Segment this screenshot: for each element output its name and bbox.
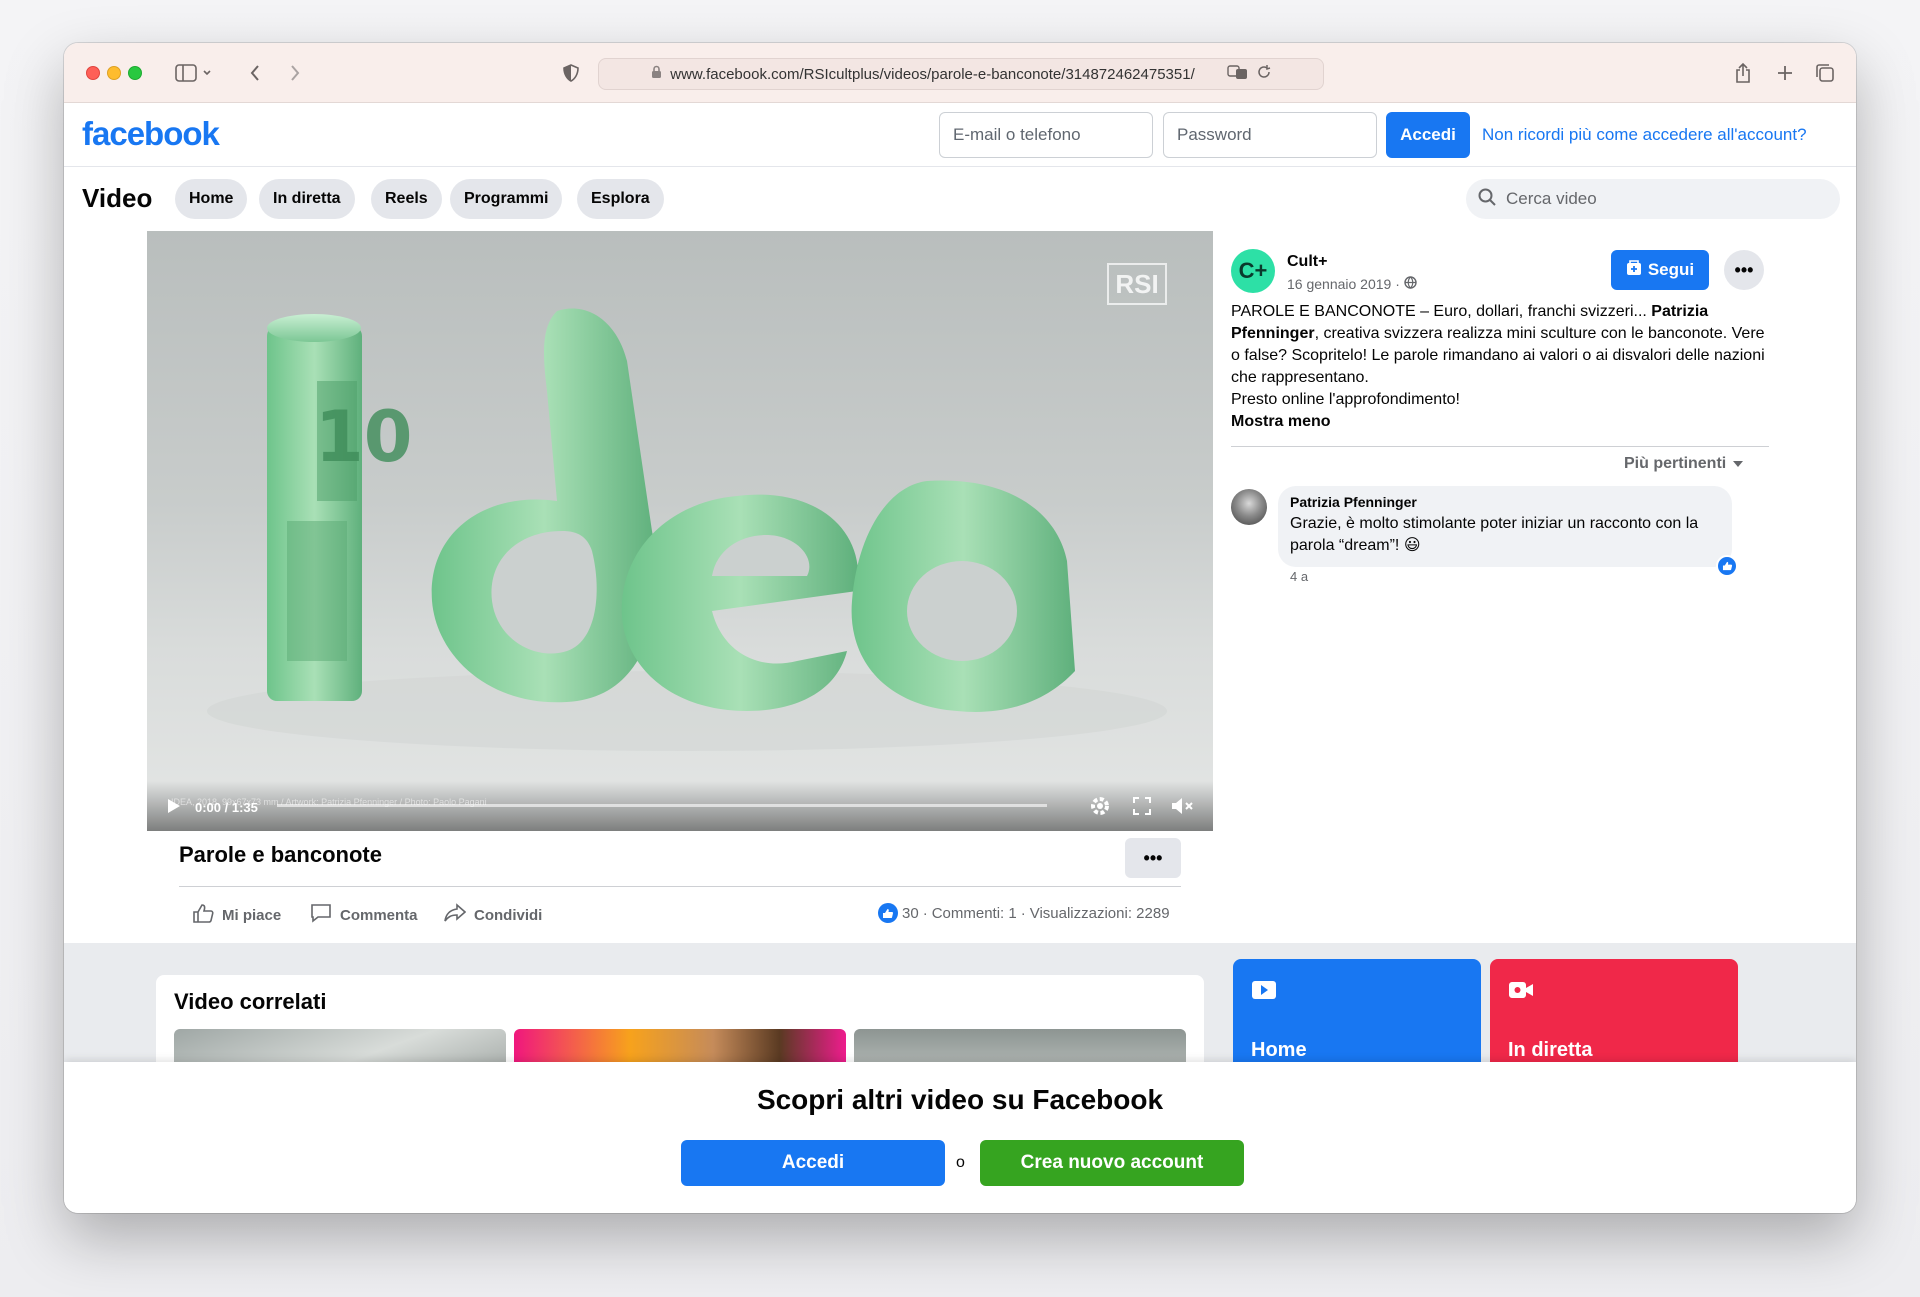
- video-player[interactable]: 10 RSI IDEA, 2018, 99x67x73 mm / Artwork…: [147, 231, 1213, 831]
- tab-in-diretta[interactable]: In diretta: [259, 179, 355, 219]
- page-avatar[interactable]: C+: [1231, 249, 1275, 293]
- lock-icon: [651, 65, 662, 83]
- create-account-button[interactable]: Crea nuovo account: [980, 1140, 1244, 1186]
- privacy-shield-icon[interactable]: [558, 57, 584, 89]
- video-stats: 30 · Commenti: 1 · Visualizzazioni: 2289: [878, 903, 1170, 923]
- facebook-header: facebook E-mail o telefono Password Acce…: [64, 103, 1856, 167]
- tab-overview-icon[interactable]: [1810, 57, 1840, 89]
- comment-like-reaction-icon[interactable]: [1716, 555, 1738, 577]
- post-date: 16 gennaio 2019 ·: [1287, 276, 1417, 292]
- show-less-link[interactable]: Mostra meno: [1231, 413, 1331, 430]
- svg-text:10: 10: [315, 396, 412, 478]
- video-time: 0:00 / 1:35: [195, 800, 258, 815]
- comment-icon: [310, 903, 332, 927]
- minimize-window-button[interactable]: [107, 66, 121, 80]
- page-name[interactable]: Cult+: [1287, 253, 1327, 271]
- overlay-or-text: o: [956, 1154, 965, 1171]
- video-play-icon: [1251, 979, 1277, 1001]
- reload-icon[interactable]: [1257, 65, 1271, 83]
- tile-home-label: Home: [1251, 1039, 1307, 1061]
- back-icon[interactable]: [242, 57, 268, 89]
- url-text: www.facebook.com/RSIcultplus/videos/paro…: [670, 65, 1195, 83]
- tile-in-diretta-label: In diretta: [1508, 1039, 1593, 1061]
- video-more-button[interactable]: •••: [1125, 838, 1181, 878]
- video-progress-bar[interactable]: [277, 804, 1047, 807]
- follow-label: Segui: [1647, 260, 1695, 279]
- settings-gear-icon[interactable]: [1087, 793, 1113, 819]
- tab-home[interactable]: Home: [175, 179, 248, 219]
- comment-text: Grazie, è molto stimolante poter iniziar…: [1290, 515, 1699, 554]
- video-controls: IDEA, 2018, 99x67x73 mm / Artwork: Patri…: [147, 781, 1213, 831]
- comment-sort-dropdown[interactable]: Più pertinenti: [1624, 455, 1744, 473]
- stats-separator: ·: [1020, 904, 1026, 922]
- close-window-button[interactable]: [86, 66, 100, 80]
- share-label: Condividi: [474, 906, 543, 924]
- share-arrow-icon: [444, 903, 467, 927]
- share-button[interactable]: Condividi: [444, 903, 542, 927]
- search-icon: [1478, 188, 1496, 211]
- tab-programmi[interactable]: Programmi: [450, 179, 563, 219]
- follow-button[interactable]: Segui: [1611, 250, 1709, 290]
- address-bar[interactable]: www.facebook.com/RSIcultplus/videos/paro…: [598, 58, 1324, 90]
- post-date-text[interactable]: 16 gennaio 2019 ·: [1287, 276, 1400, 292]
- like-reaction-icon: [878, 903, 898, 923]
- facebook-logo[interactable]: facebook: [82, 115, 220, 153]
- post-more-button[interactable]: •••: [1724, 250, 1764, 290]
- view-count: Visualizzazioni: 2289: [1029, 904, 1170, 922]
- globe-icon: [1404, 276, 1417, 292]
- caret-down-icon: [1732, 455, 1744, 473]
- video-frame-image: 10: [207, 308, 1167, 751]
- forgot-account-link[interactable]: Non ricordi più come accedere all'accoun…: [1482, 125, 1807, 145]
- commenter-avatar[interactable]: [1231, 489, 1267, 525]
- new-tab-icon[interactable]: [1770, 57, 1800, 89]
- follow-icon: [1626, 259, 1642, 281]
- forward-icon[interactable]: [282, 57, 308, 89]
- video-search-input[interactable]: Cerca video: [1466, 179, 1840, 219]
- fullscreen-icon[interactable]: [1129, 793, 1155, 819]
- comment-count[interactable]: Commenti: 1: [932, 905, 1017, 922]
- comment-label: Commenta: [340, 906, 418, 924]
- video-section-title: Video: [82, 183, 153, 213]
- related-videos-title: Video correlati: [174, 989, 327, 1014]
- thumbs-up-icon: [192, 903, 214, 927]
- overlay-login-button[interactable]: Accedi: [681, 1140, 945, 1186]
- video-title: Parole e banconote: [179, 842, 382, 867]
- tab-esplora[interactable]: Esplora: [577, 179, 664, 219]
- divider: [1231, 446, 1769, 447]
- like-button[interactable]: Mi piace: [192, 903, 281, 927]
- comment-time[interactable]: 4 a: [1290, 569, 1308, 584]
- video-search-placeholder: Cerca video: [1506, 189, 1597, 208]
- zoom-window-button[interactable]: [128, 66, 142, 80]
- mute-icon[interactable]: [1170, 793, 1196, 819]
- rsi-watermark: RSI: [1107, 263, 1167, 305]
- stats-separator: ·: [922, 904, 928, 922]
- comment-author[interactable]: Patrizia Pfenninger: [1290, 494, 1720, 510]
- like-label: Mi piace: [222, 906, 282, 924]
- password-field[interactable]: Password: [1163, 112, 1377, 158]
- post-description: PAROLE E BANCONOTE – Euro, dollari, fran…: [1231, 301, 1769, 433]
- comment-bubble: Patrizia Pfenninger Grazie, è molto stim…: [1278, 486, 1732, 567]
- like-count[interactable]: 30: [902, 905, 919, 922]
- browser-window: www.facebook.com/RSIcultplus/videos/paro…: [64, 43, 1856, 1213]
- post-text-intro: PAROLE E BANCONOTE – Euro, dollari, fran…: [1231, 303, 1652, 320]
- sort-label: Più pertinenti: [1624, 455, 1727, 472]
- sidebar-toggle-icon[interactable]: [172, 57, 218, 89]
- post-text-footer: Presto online l'approfondimento!: [1231, 391, 1460, 408]
- share-icon[interactable]: [1728, 57, 1758, 89]
- login-button[interactable]: Accedi: [1386, 112, 1470, 158]
- login-prompt-overlay: Scopri altri video su Facebook Accedi o …: [64, 1062, 1856, 1213]
- comment-button[interactable]: Commenta: [310, 903, 418, 927]
- email-field[interactable]: E-mail o telefono: [939, 112, 1153, 158]
- browser-toolbar: www.facebook.com/RSIcultplus/videos/paro…: [64, 43, 1856, 103]
- play-icon[interactable]: [161, 793, 187, 819]
- tab-reels[interactable]: Reels: [371, 179, 442, 219]
- translate-icon[interactable]: [1227, 64, 1249, 84]
- live-camera-icon: [1508, 979, 1534, 1001]
- overlay-title: Scopri altri video su Facebook: [756, 1084, 1164, 1115]
- video-nav: Video Home In diretta Reels Programmi Es…: [64, 167, 1856, 231]
- divider: [179, 886, 1181, 887]
